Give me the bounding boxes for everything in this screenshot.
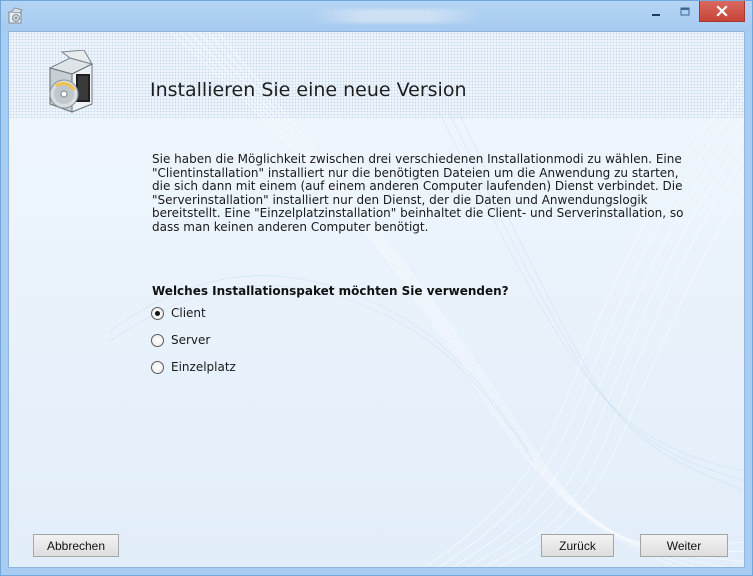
- radio-button-client[interactable]: [151, 306, 164, 320]
- description-line: "Serverinstallation" installiert nur den…: [152, 192, 648, 207]
- minimize-button[interactable]: [642, 1, 669, 22]
- description-line: Sie haben die Möglichkeit zwischen drei …: [152, 152, 682, 166]
- minimize-icon: [651, 13, 660, 16]
- installer-window: Installieren Sie eine neue Version Sie h…: [0, 0, 753, 576]
- cancel-button[interactable]: Abbrechen: [33, 534, 119, 557]
- radio-label-client[interactable]: Client: [171, 306, 206, 320]
- description-line: die sich dann mit einem (auf einem ander…: [152, 179, 683, 194]
- wizard-page: Installieren Sie eine neue Version Sie h…: [8, 31, 745, 568]
- radio-option-client[interactable]: Client: [151, 305, 206, 321]
- page-title: Installieren Sie eine neue Version: [150, 79, 467, 101]
- radio-label-einzelplatz[interactable]: Einzelplatz: [171, 360, 236, 374]
- package-question: Welches Installationspaket möchten Sie v…: [152, 284, 509, 298]
- radio-option-einzelplatz[interactable]: Einzelplatz: [151, 359, 236, 375]
- installer-package-icon: [48, 50, 94, 113]
- back-button[interactable]: Zurück: [541, 534, 614, 557]
- window-title: [314, 9, 478, 23]
- description-line: "Clientinstallation" installiert nur die…: [152, 165, 679, 180]
- header-band: [9, 32, 744, 118]
- description-line: dass man keinen anderen Computer benötig…: [152, 219, 429, 234]
- close-button[interactable]: [699, 1, 745, 22]
- description-line: bereitstellt. Eine "Einzelplatzinstallat…: [152, 206, 684, 221]
- next-button[interactable]: Weiter: [640, 534, 728, 557]
- app-icon: [8, 7, 23, 24]
- radio-button-einzelplatz[interactable]: [151, 360, 164, 374]
- title-bar[interactable]: [1, 1, 752, 31]
- maximize-icon: [680, 7, 689, 15]
- radio-button-server[interactable]: [151, 333, 164, 347]
- maximize-button[interactable]: [671, 1, 698, 22]
- description-text: Sie haben die Möglichkeit zwischen drei …: [152, 152, 742, 235]
- radio-option-server[interactable]: Server: [151, 332, 210, 348]
- radio-label-server[interactable]: Server: [171, 333, 210, 347]
- close-icon: [716, 5, 728, 17]
